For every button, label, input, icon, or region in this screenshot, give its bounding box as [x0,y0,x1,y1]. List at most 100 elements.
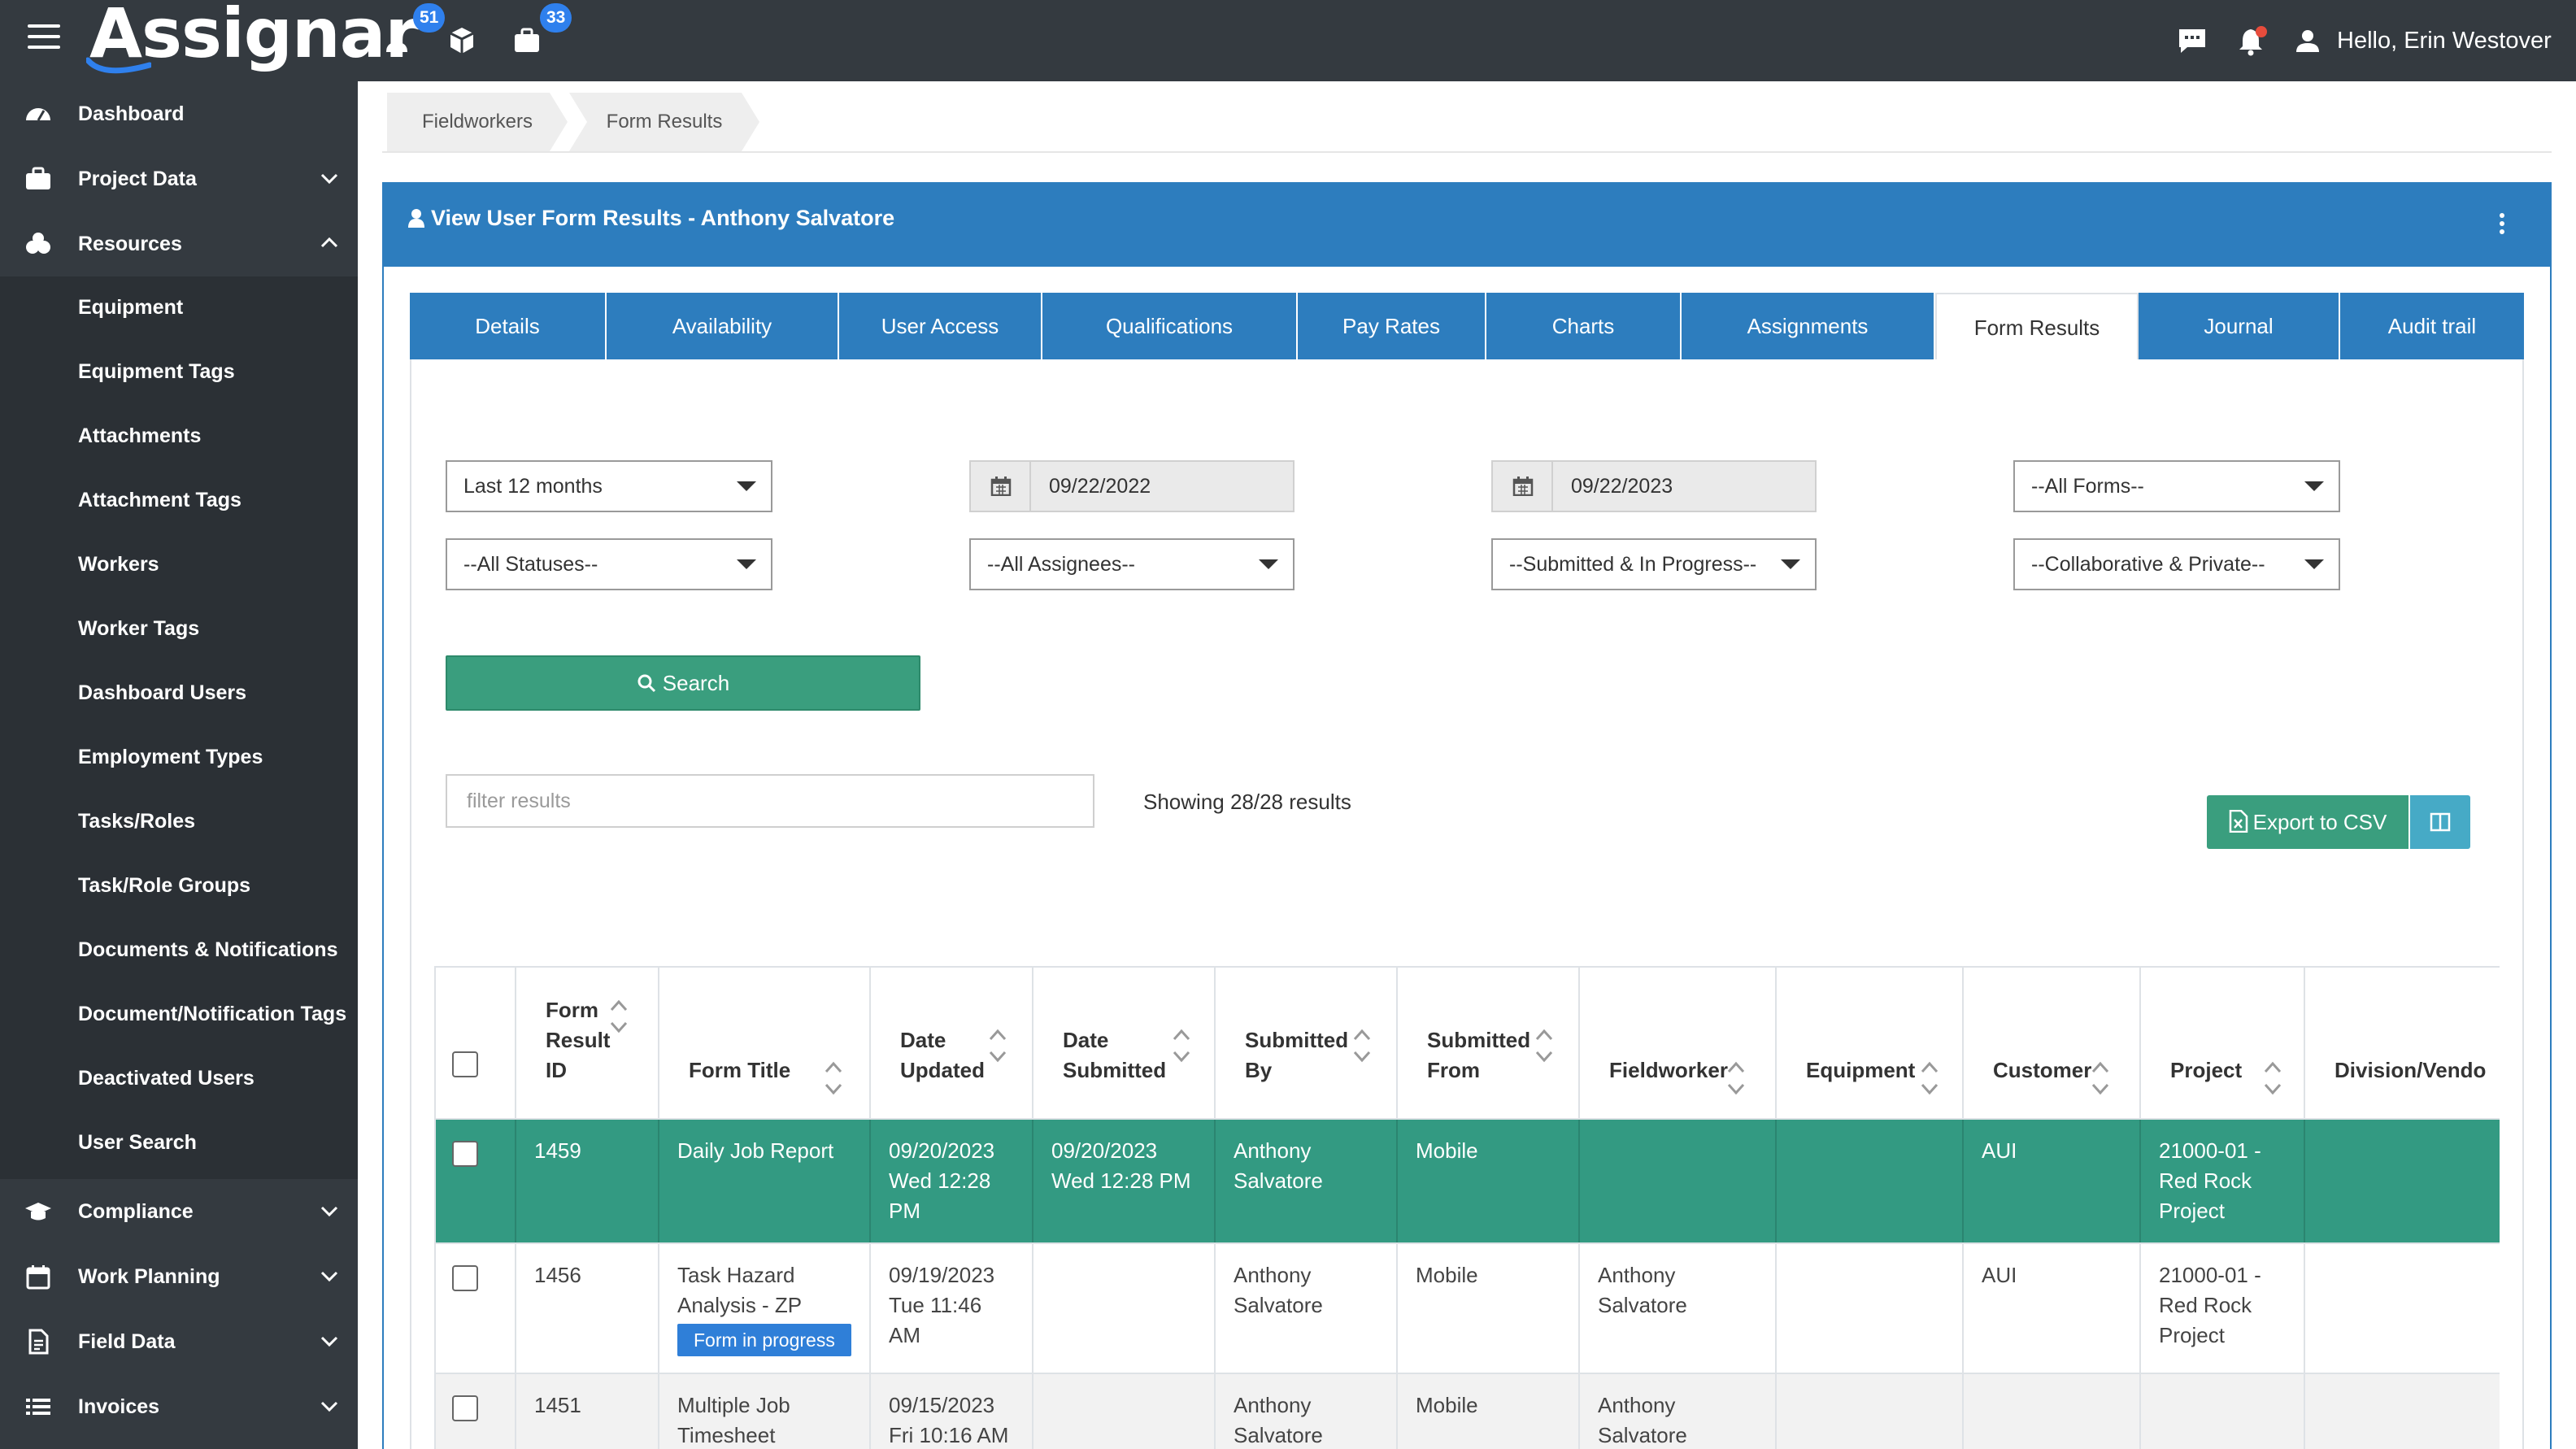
sidebar-item-label: Work Planning [78,1265,220,1288]
cell-form-title[interactable]: Daily Job Report [659,1119,871,1244]
sidebar-subitem[interactable]: Deactivated Users [78,1065,255,1091]
header-division-vendor[interactable]: Division/Vendo [2304,968,2500,1120]
header-form-title[interactable]: Form Title [659,968,871,1120]
panel-header: View User Form Results - Anthony Salvato… [384,184,2550,267]
submission-select[interactable]: --Submitted & In Progress-- [1491,538,1817,590]
tab-pay-rates[interactable]: Pay Rates [1298,293,1486,359]
tab-form-results[interactable]: Form Results [1935,293,2139,359]
sort-icon [2264,1061,2282,1095]
header-text: Updated [900,1058,985,1082]
header-text: Submitted [1245,1028,1349,1052]
tab-availability[interactable]: Availability [607,293,839,359]
header-date-submitted[interactable]: Date Submitted [1033,968,1216,1120]
table-row[interactable]: 1459 Daily Job Report 09/20/2023 Wed 12:… [436,1119,2500,1244]
panel-title-text: View User Form Results - Anthony Salvato… [431,206,895,230]
export-csv-label: Export to CSV [2252,810,2387,834]
sidebar-subitem[interactable]: User Search [78,1129,197,1155]
tab-details[interactable]: Details [410,293,607,359]
document-icon [28,1329,49,1355]
sidebar-subitem[interactable]: Attachments [78,423,201,449]
cell-id[interactable]: 1451 [516,1373,659,1449]
table-row[interactable]: 1451 Multiple Job Timesheet 09/15/2023 F… [436,1373,2500,1449]
status-select[interactable]: --All Statuses-- [446,538,772,590]
sidebar-item-work-planning[interactable]: Work Planning [0,1244,358,1309]
table-row[interactable]: 1456 Task Hazard Analysis - ZP Form in pr… [436,1243,2500,1374]
visibility-select[interactable]: --Collaborative & Private-- [2013,538,2340,590]
chevron-down-icon [320,1336,338,1347]
sidebar-subitem[interactable]: Employment Types [78,744,263,770]
tab-assignments[interactable]: Assignments [1682,293,1935,359]
user-icon[interactable] [2291,24,2324,57]
header-text: Form [546,998,598,1022]
header-date-updated[interactable]: Date Updated [870,968,1033,1120]
tab-qualifications[interactable]: Qualifications [1042,293,1298,359]
cell-customer: AUI [1963,1119,2141,1244]
sidebar-subitem[interactable]: Worker Tags [78,616,199,642]
date-from-field[interactable]: 09/22/2022 [969,460,1295,512]
sort-icon [1727,1061,1745,1095]
breadcrumb-fieldworkers[interactable]: Fieldworkers [387,93,568,151]
sidebar-subitem[interactable]: Equipment Tags [78,359,235,385]
row-checkbox[interactable] [452,1395,478,1421]
cell-id[interactable]: 1459 [516,1119,659,1244]
date-addon[interactable] [1493,462,1553,511]
cell-form-title[interactable]: Task Hazard Analysis - ZP Form in progres… [659,1243,871,1374]
header-submitted-from[interactable]: Submitted From [1397,968,1580,1120]
date-addon[interactable] [971,462,1031,511]
breadcrumb-form-results[interactable]: Form Results [569,93,759,151]
assignee-select[interactable]: --All Assignees-- [969,538,1295,590]
row-select-cell [436,1119,516,1244]
cell-division [2304,1243,2500,1374]
sidebar-item-compliance[interactable]: Compliance [0,1179,358,1244]
tab-user-access[interactable]: User Access [839,293,1042,359]
cell-form-title[interactable]: Multiple Job Timesheet [659,1373,871,1449]
sidebar-item-resources[interactable]: Resources [0,211,358,276]
export-csv-button[interactable]: Export to CSV [2207,795,2408,849]
cube-icon[interactable] [444,23,480,59]
date-to-field[interactable]: 09/22/2023 [1491,460,1817,512]
header-project[interactable]: Project [2140,968,2305,1120]
sidebar-subitem[interactable]: Equipment [78,294,183,320]
search-button[interactable]: Search [446,655,920,711]
sidebar-item-dashboard[interactable]: Dashboard [0,81,358,146]
header-equipment[interactable]: Equipment [1776,968,1964,1120]
cell-date-updated: 09/20/2023 Wed 12:28 PM [870,1119,1033,1244]
row-checkbox[interactable] [452,1265,478,1291]
sidebar-subitem[interactable]: Task/Role Groups [78,872,250,899]
tab-audit-trail[interactable]: Audit trail [2340,293,2524,359]
results-count: Showing 28/28 results [1143,790,1351,814]
visibility-select-value: --Collaborative & Private-- [2031,553,2265,576]
row-select-cell [436,1373,516,1449]
row-checkbox[interactable] [452,1141,478,1167]
forms-select-value: --All Forms-- [2031,475,2144,498]
header-fieldworker[interactable]: Fieldworker [1579,968,1777,1120]
workers-icon[interactable] [379,23,415,59]
period-select[interactable]: Last 12 months [446,460,772,512]
sidebar-item-invoices[interactable]: Invoices [0,1374,358,1439]
user-greeting[interactable]: Hello, Erin Westover [2337,24,2552,57]
select-all-checkbox[interactable] [452,1051,478,1077]
tab-charts[interactable]: Charts [1486,293,1682,359]
cell-id[interactable]: 1456 [516,1243,659,1374]
more-options-icon[interactable] [2500,213,2506,237]
chat-icon[interactable] [2176,24,2208,57]
header-form-result-id[interactable]: Form Result ID [516,968,659,1120]
briefcase-icon[interactable] [509,23,545,59]
sidebar-subitem[interactable]: Attachment Tags [78,487,242,513]
forms-select[interactable]: --All Forms-- [2013,460,2340,512]
sidebar-subitem[interactable]: Documents & Notifications [78,937,337,963]
sidebar-subitem[interactable]: Workers [78,551,159,577]
tab-journal[interactable]: Journal [2139,293,2340,359]
sidebar-subitem[interactable]: Dashboard Users [78,680,246,706]
filter-results-input[interactable] [446,774,1094,828]
user-tabs: Details Availability User Access Qualifi… [410,293,2524,359]
columns-toggle-button[interactable] [2410,795,2470,849]
sidebar-subitem[interactable]: Document/Notification Tags [78,1001,346,1027]
header-customer[interactable]: Customer [1963,968,2141,1120]
hamburger-menu-icon[interactable] [28,24,60,52]
sidebar-subitem[interactable]: Tasks/Roles [78,808,195,834]
header-submitted-by[interactable]: Submitted By [1215,968,1398,1120]
sidebar-item-project-data[interactable]: Project Data [0,146,358,211]
sidebar-item-field-data[interactable]: Field Data [0,1309,358,1374]
user-icon [408,209,424,228]
